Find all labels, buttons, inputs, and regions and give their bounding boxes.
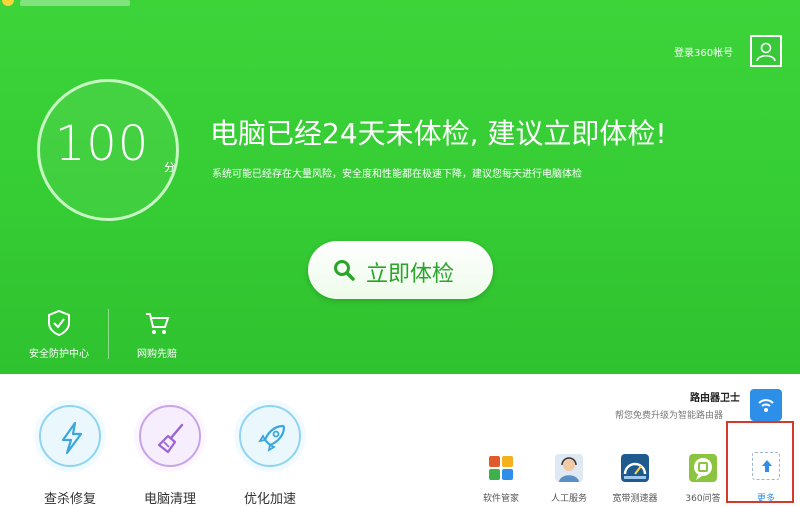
app-label: 软件管家	[482, 494, 519, 504]
router-guard-button[interactable]	[750, 389, 782, 421]
score-value: 100	[54, 116, 150, 172]
app-label: 宽带测速器	[612, 494, 658, 504]
tool-security-center[interactable]: 安全防护中心	[24, 309, 94, 360]
tool-label: 网购先赔	[137, 349, 177, 360]
check-now-label: 立即体检	[366, 262, 455, 287]
login-link[interactable]: 登录360帐号	[674, 44, 733, 59]
tool-label: 安全防护中心	[29, 349, 89, 360]
wifi-icon	[758, 399, 774, 412]
feature-label: 电脑清理	[143, 492, 196, 507]
lightning-icon	[61, 421, 83, 455]
qa-icon	[694, 458, 712, 480]
title-bar-fragment	[20, 0, 130, 6]
more-label: 更多	[756, 494, 775, 504]
window-title-strip	[0, 0, 160, 10]
more-button[interactable]	[752, 452, 780, 480]
status-subline: 系统可能已经存在大量风险，安全度和性能都在极速下降，建议您每天进行电脑体检	[212, 169, 582, 180]
status-panel: 登录360帐号 100 分 电脑已经24天未体检, 建议立即体检! 系统可能已经…	[0, 0, 800, 374]
tool-divider	[108, 309, 109, 359]
tool-shopping-compensation[interactable]: 网购先赔	[122, 309, 192, 360]
feature-label: 查杀修复	[43, 492, 96, 507]
bottom-panel	[0, 374, 800, 500]
check-now-button[interactable]: 立即体检	[308, 241, 493, 299]
speed-test-button[interactable]	[621, 454, 649, 482]
app-label: 人工服务	[550, 494, 587, 504]
software-manager-button[interactable]	[487, 454, 515, 482]
speed-test-icon	[623, 462, 647, 479]
status-headline: 电脑已经24天未体检, 建议立即体检!	[210, 117, 667, 150]
router-guard-subtitle[interactable]: 帮您免费升级为智能路由器	[615, 408, 723, 421]
feature-speedup-button[interactable]	[239, 405, 301, 467]
upload-icon	[762, 460, 772, 472]
qa-button[interactable]	[689, 454, 717, 482]
app-label: 360问答	[685, 494, 721, 504]
score-unit: 分	[164, 161, 175, 174]
broom-icon	[157, 423, 184, 454]
router-guard-title[interactable]: 路由器卫士	[690, 389, 740, 404]
feature-label: 优化加速	[243, 492, 296, 507]
app-logo	[2, 0, 14, 6]
software-manager-icon	[489, 456, 513, 480]
feature-cleanup-button[interactable]	[139, 405, 201, 467]
support-agent-button[interactable]	[555, 454, 583, 482]
rocket-icon	[258, 424, 286, 452]
cart-icon	[146, 313, 170, 334]
search-icon	[334, 260, 355, 281]
user-icon	[756, 42, 776, 62]
support-agent-icon	[559, 457, 579, 482]
feature-virus-scan-button[interactable]	[39, 405, 101, 467]
shield-icon	[48, 309, 70, 337]
avatar[interactable]	[750, 35, 782, 67]
score-ring: 100 分	[37, 79, 179, 221]
